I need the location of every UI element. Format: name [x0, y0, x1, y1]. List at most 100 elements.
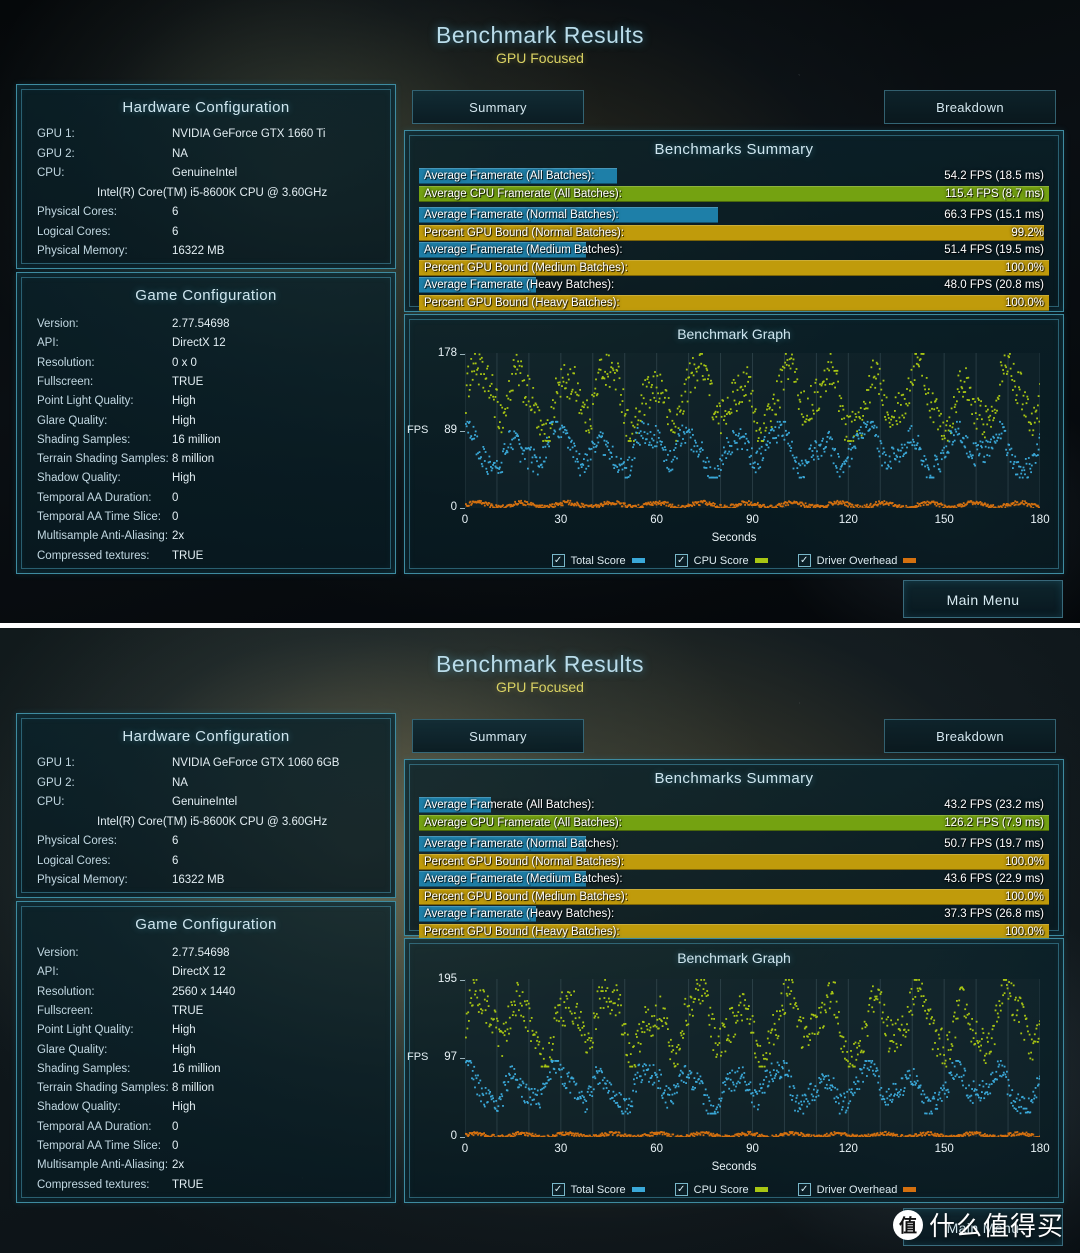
tab-summary[interactable]: Summary: [412, 719, 584, 753]
summary-bar-row: Percent GPU Bound (Normal Batches): 100.0…: [419, 853, 1049, 870]
legend-item[interactable]: ✓ Driver Overhead: [797, 1183, 917, 1196]
y-tick-mark: [460, 430, 465, 432]
tab-breakdown[interactable]: Breakdown: [884, 719, 1056, 753]
config-value: 16 million: [172, 1062, 221, 1075]
game-configuration-panel: Game Configuration Version: 2.77.54698 API:…: [16, 272, 396, 574]
benchmark-screenshot-top: Benchmark Results GPU Focused Hardware Con…: [0, 0, 1080, 623]
summary-bar-label: Average Framerate (All Batches):: [424, 799, 595, 811]
config-value: NA: [172, 147, 188, 160]
config-key: Terrain Shading Samples:: [37, 453, 169, 466]
tab-bar: Summary Breakdown: [404, 719, 1064, 753]
x-axis-tick: 120: [838, 1143, 858, 1155]
summary-bar-value: 43.2 FPS (23.2 ms): [944, 799, 1044, 811]
config-value: 2.77.54698: [172, 318, 230, 330]
config-key: Fullscreen:: [37, 375, 94, 388]
config-row: Point Light Quality: High: [37, 395, 381, 414]
game-configuration-panel-title: Game Configuration: [135, 916, 277, 933]
config-row: API: DirectX 12: [37, 966, 381, 985]
legend-checkbox[interactable]: ✓: [674, 554, 688, 567]
legend-item[interactable]: ✓ CPU Score: [674, 1183, 768, 1196]
legend-checkbox[interactable]: ✓: [797, 1183, 811, 1196]
hardware-configuration-panel: Hardware Configuration GPU 1: NVIDIA GeFor…: [16, 84, 396, 269]
config-value: High: [172, 1043, 196, 1056]
config-row: GPU 1: NVIDIA GeForce GTX 1660 Ti: [37, 128, 381, 147]
config-value: 16 million: [172, 433, 221, 446]
summary-bar-value: 100.0%: [1004, 296, 1044, 309]
config-value: TRUE: [172, 1178, 204, 1191]
config-row: Resolution: 2560 x 1440: [37, 986, 381, 1005]
page-title: Benchmark Results: [436, 651, 644, 677]
config-row: Resolution: 0 x 0: [37, 357, 381, 376]
config-value: 16322 MB: [172, 874, 225, 886]
config-row: Physical Memory: 16322 MB: [37, 245, 381, 264]
legend-label: Driver Overhead: [816, 1183, 898, 1196]
config-key: Multisample Anti-Aliasing:: [37, 530, 169, 543]
config-key: Multisample Anti-Aliasing:: [37, 1159, 169, 1172]
config-key: GPU 2:: [37, 776, 75, 789]
legend-checkbox[interactable]: ✓: [551, 1183, 565, 1196]
summary-bar-label: Average Framerate (Medium Batches):: [424, 873, 623, 885]
summary-bar-label: Percent GPU Bound (Medium Batches):: [424, 261, 628, 274]
legend-checkbox[interactable]: ✓: [797, 554, 811, 567]
summary-bar-value: 48.0 FPS (20.8 ms): [944, 279, 1044, 291]
page-header: Benchmark Results GPU Focused: [0, 22, 1080, 66]
config-value: 2x: [172, 530, 185, 543]
config-value: 8 million: [172, 1082, 215, 1095]
config-row: Version: 2.77.54698: [37, 947, 381, 966]
legend-checkbox[interactable]: ✓: [674, 1183, 688, 1196]
summary-bar-value: 100.0%: [1004, 261, 1044, 274]
summary-bar-label: Average Framerate (Heavy Batches):: [424, 908, 615, 920]
config-key: Physical Memory:: [37, 245, 128, 257]
watermark-logo-icon: 值: [892, 1209, 923, 1240]
x-axis-tick: 30: [554, 1143, 568, 1155]
y-axis-tick: 178: [437, 347, 457, 359]
page-subtitle: GPU Focused: [496, 50, 584, 66]
x-axis-tick: 180: [1030, 514, 1050, 526]
legend-item[interactable]: ✓ Total Score: [551, 554, 645, 567]
config-value: High: [172, 1101, 196, 1114]
summary-bar-label: Percent GPU Bound (Heavy Batches):: [424, 296, 620, 309]
config-value: 2.77.54698: [172, 947, 230, 959]
summary-bar-value: 115.4 FPS (8.7 ms): [945, 187, 1044, 200]
config-value: TRUE: [172, 375, 204, 388]
config-row: Intel(R) Core(TM) i5-8600K CPU @ 3.60GHz: [37, 187, 381, 206]
game-configuration-panel: Game Configuration Version: 2.77.54698 API:…: [16, 901, 396, 1203]
y-axis-tick: 0: [450, 1130, 457, 1142]
summary-bar-label: Average Framerate (Normal Batches):: [424, 209, 619, 221]
config-value: NVIDIA GeForce GTX 1660 Ti: [172, 128, 326, 140]
legend-item[interactable]: ✓ Driver Overhead: [797, 554, 917, 567]
legend-item[interactable]: ✓ CPU Score: [674, 554, 768, 567]
watermark: 值 什么值得买: [885, 1202, 1072, 1247]
y-tick-mark: [460, 354, 465, 355]
benchmark-graph-panel: Benchmark Graph 178 89 0 FPS 0 30 60 90 120 150 180…: [404, 314, 1064, 574]
tab-breakdown[interactable]: Breakdown: [884, 90, 1056, 124]
legend-item[interactable]: ✓ Total Score: [551, 1183, 645, 1196]
config-row: Intel(R) Core(TM) i5-8600K CPU @ 3.60GHz: [37, 816, 381, 835]
main-menu-button[interactable]: Main Menu: [903, 580, 1063, 618]
y-tick-mark: [460, 1137, 465, 1138]
legend-checkbox[interactable]: ✓: [551, 554, 565, 567]
summary-bar-label: Percent GPU Bound (Normal Batches):: [424, 226, 625, 239]
summary-bar-label: Average Framerate (Heavy Batches):: [424, 279, 615, 291]
tab-summary[interactable]: Summary: [412, 90, 584, 124]
config-key: Shadow Quality:: [37, 472, 121, 485]
config-key: Version:: [37, 318, 79, 330]
config-row: Physical Cores: 6: [37, 835, 381, 854]
config-key: Logical Cores:: [37, 854, 111, 867]
config-key: Shading Samples:: [37, 1062, 131, 1075]
y-axis-tick: 0: [450, 501, 457, 513]
x-axis-tick: 30: [554, 514, 568, 526]
config-row: Shadow Quality: High: [37, 472, 381, 491]
config-value: NA: [172, 776, 188, 789]
config-row: Physical Memory: 16322 MB: [37, 874, 381, 893]
x-axis-tick: 150: [934, 1143, 954, 1155]
x-axis-tick: 90: [746, 514, 759, 526]
benchmarks-summary-panel: Benchmarks Summary Average Framerate (All…: [404, 759, 1064, 940]
config-value: 0: [172, 1120, 179, 1133]
config-key: Point Light Quality:: [37, 395, 134, 408]
config-value: DirectX 12: [172, 966, 226, 979]
summary-bar-label: Average Framerate (Medium Batches):: [424, 244, 623, 256]
config-value: 0: [172, 491, 179, 504]
summary-bar-value: 126.2 FPS (7.9 ms): [944, 816, 1044, 829]
summary-bar-row: Percent GPU Bound (Medium Batches): 100.0…: [419, 259, 1049, 276]
